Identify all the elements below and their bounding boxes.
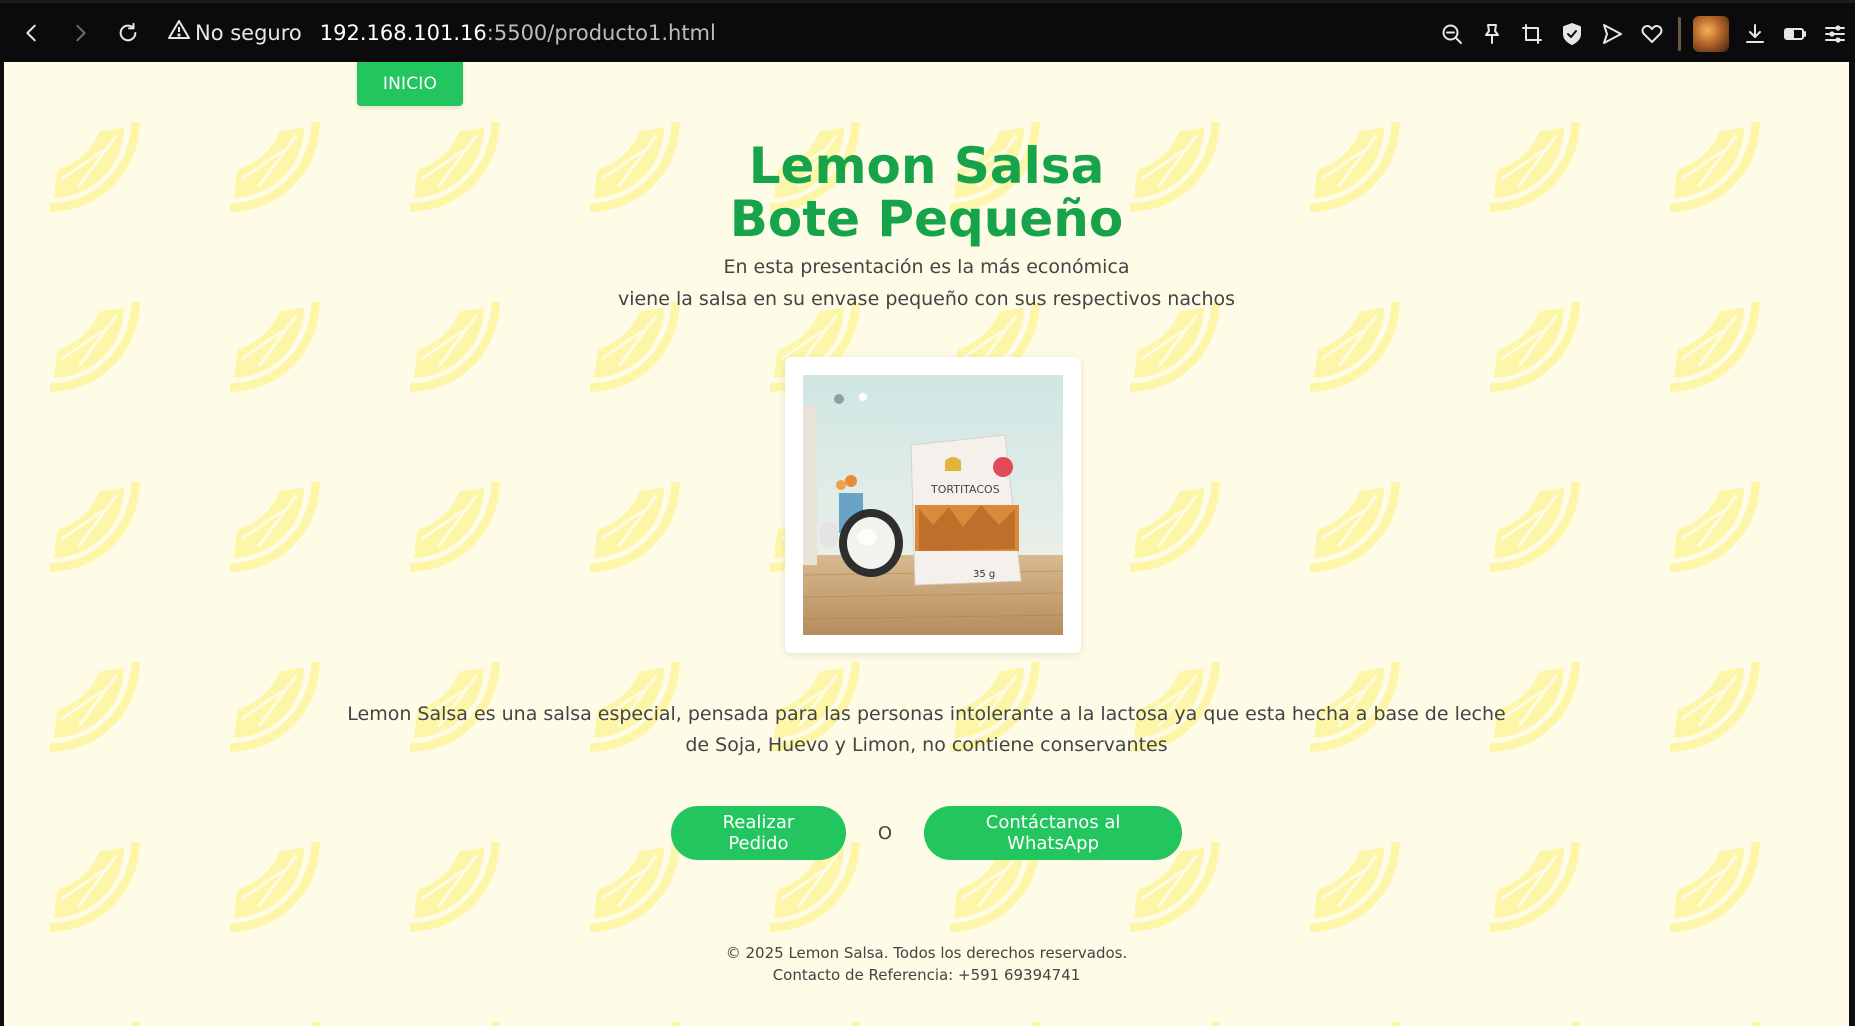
- actions-row: Realizar Pedido O Contáctanos al WhatsAp…: [4, 806, 1849, 860]
- download-icon: [1746, 24, 1764, 43]
- forward-icon: [76, 24, 86, 41]
- back-icon: [26, 24, 36, 41]
- warning-icon: [167, 18, 191, 47]
- package-weight-text: 35 g: [973, 569, 995, 580]
- footer-copyright: © 2025 Lemon Salsa. Todos los derechos r…: [725, 944, 1128, 962]
- send-button[interactable]: [1592, 14, 1632, 54]
- toolbar-divider: [1678, 17, 1681, 51]
- order-button[interactable]: Realizar Pedido: [670, 806, 846, 860]
- security-label[interactable]: No seguro: [195, 21, 302, 45]
- zoom-out-button[interactable]: [1432, 14, 1472, 54]
- heart-icon: [1641, 25, 1663, 43]
- battery-button[interactable]: [1775, 14, 1815, 54]
- footer-contact: Contacto de Referencia: +591 69394741: [772, 966, 1081, 984]
- page-viewport: INICIO Lemon Salsa Bote Pequeño En esta …: [4, 62, 1849, 1026]
- whatsapp-contact-button[interactable]: Contáctanos al WhatsApp: [924, 806, 1183, 860]
- forward-button[interactable]: [63, 16, 97, 50]
- or-separator: O: [877, 822, 893, 844]
- extensions-toolbar: [1432, 3, 1855, 65]
- favorites-button[interactable]: [1632, 14, 1672, 54]
- reload-button[interactable]: [111, 16, 145, 50]
- product-image-card: TORTITACOS 35 g: [785, 357, 1081, 653]
- subtitle-line1: En esta presentación es la más económica: [723, 256, 1130, 278]
- page-title-line2: Bote Pequeño: [729, 190, 1124, 248]
- package-brand-text: TORTITACOS: [930, 483, 1000, 496]
- home-button[interactable]: INICIO: [357, 62, 463, 106]
- screenshot-button[interactable]: [1512, 14, 1552, 54]
- url-path: :5500/producto1.html: [486, 20, 716, 45]
- pin-icon: [1485, 24, 1499, 44]
- subtitle-line2: viene la salsa en su envase pequeño con …: [617, 288, 1236, 310]
- reload-icon: [119, 22, 137, 41]
- battery-icon: [1784, 28, 1806, 40]
- product-description: Lemon Salsa es una salsa especial, pensa…: [347, 703, 1506, 756]
- profile-avatar[interactable]: [1693, 16, 1729, 52]
- zoom-out-icon: [1442, 24, 1462, 44]
- back-button[interactable]: [15, 16, 49, 50]
- shield-icon: [1563, 23, 1581, 45]
- pin-button[interactable]: [1472, 14, 1512, 54]
- page-title-line1: Lemon Salsa: [748, 137, 1105, 195]
- menu-icon: [1825, 25, 1845, 43]
- product-photo: TORTITACOS 35 g: [803, 375, 1063, 635]
- shield-button[interactable]: [1552, 14, 1592, 54]
- download-button[interactable]: [1735, 14, 1775, 54]
- browser-toolbar: No seguro 192.168.101.16:5500/producto1.…: [0, 0, 1855, 62]
- send-icon: [1603, 24, 1622, 44]
- menu-button[interactable]: [1815, 14, 1855, 54]
- url-host: 192.168.101.16: [319, 20, 487, 45]
- screenshot-icon: [1522, 24, 1542, 44]
- address-bar[interactable]: No seguro 192.168.101.16:5500/producto1.…: [167, 13, 716, 53]
